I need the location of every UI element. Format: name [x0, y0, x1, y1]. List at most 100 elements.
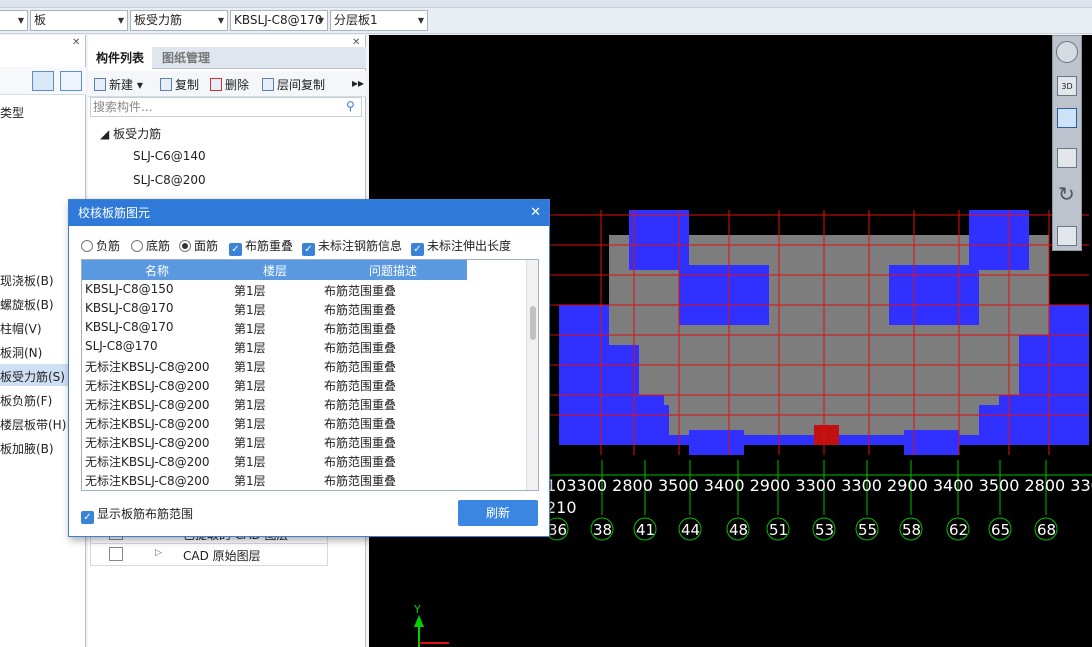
close-icon[interactable]: ✕: [72, 37, 80, 48]
table-row[interactable]: 无标注KBSLJ-C8@200 第1层 布筋范围重叠: [82, 470, 527, 489]
radio-top[interactable]: 面筋: [179, 237, 218, 254]
combo-floor[interactable]: ▼: [0, 10, 28, 31]
checkbox-unmarked-length[interactable]: ✓ 未标注伸出长度: [411, 237, 511, 256]
checkbox-unmarked-info[interactable]: ✓ 未标注钢筋信息: [302, 237, 402, 256]
delete-button[interactable]: 删除: [210, 76, 249, 93]
layer-checkbox[interactable]: [109, 547, 123, 561]
dim-value: 3400: [932, 476, 974, 495]
nav-item-slab-strip[interactable]: 楼层板带(H): [0, 416, 66, 433]
chevron-down-icon: ▼: [117, 16, 124, 25]
rotate-icon[interactable]: ↻: [1058, 182, 1075, 206]
issues-table[interactable]: 名称 楼层 问题描述 KBSLJ-C8@150 第1层 布筋范围重叠 KBSLJ-C8…: [81, 259, 539, 491]
axis-label: 58: [902, 521, 922, 539]
radio-negative[interactable]: 负筋: [81, 237, 120, 254]
checkbox-show-range[interactable]: ✓ 显示板筋布筋范围: [81, 505, 193, 524]
dialog-title: 校核板筋图元: [69, 200, 549, 226]
table-row[interactable]: KBSLJ-C8@150 第1层 布筋范围重叠: [82, 280, 527, 299]
nav-item-negative-rebar[interactable]: 板负筋(F): [0, 392, 52, 409]
radio-bottom[interactable]: 底筋: [131, 237, 170, 254]
scrollbar[interactable]: [526, 260, 538, 490]
dim-value: 2800: [1024, 476, 1066, 495]
floor-copy-button[interactable]: 层间复制: [262, 76, 325, 93]
cell-floor: 第1层: [234, 322, 266, 336]
col-name: 名称: [145, 264, 170, 278]
tree-item[interactable]: SLJ-C8@200: [133, 173, 206, 187]
nav-item-slab-haunch[interactable]: 板加腋(B): [0, 440, 54, 457]
table-row[interactable]: 无标注KBSLJ-C8@200 第1层 布筋范围重叠: [82, 451, 527, 470]
nav-item-slab-hole[interactable]: 板洞(N): [0, 344, 42, 361]
nav-item-spiral-slab[interactable]: 螺旋板(B): [0, 296, 54, 313]
axis-label: 48: [729, 521, 749, 539]
new-button[interactable]: 新建 ▾: [94, 76, 143, 93]
radio-icon: [131, 240, 143, 252]
cell-issue: 布筋范围重叠: [324, 303, 397, 317]
search-icon[interactable]: ⚲: [346, 99, 355, 113]
scrollbar-thumb[interactable]: [530, 306, 536, 340]
more-icon[interactable]: ▸▸: [352, 76, 364, 90]
cell-name: 无标注KBSLJ-C8@200: [85, 417, 210, 431]
axis-label: 41: [636, 521, 656, 539]
combo-layer-value: 分层板1: [334, 13, 378, 27]
component-toolbar: 新建 ▾ 复制 删除 层间复制 ▸▸: [88, 71, 366, 97]
cell-floor: 第1层: [234, 341, 266, 355]
layer-name: CAD 原始图层: [183, 549, 261, 563]
delete-icon: [210, 78, 222, 91]
search-input[interactable]: 搜索构件...: [90, 97, 362, 117]
combo-layer[interactable]: 分层板1 ▼: [330, 10, 428, 31]
combo-component-value: KBSLJ-C8@170: [234, 13, 323, 27]
cell-name: 无标注KBSLJ-C8@200: [85, 436, 210, 450]
axis-label: 53: [815, 521, 835, 539]
axis-label: 68: [1037, 521, 1057, 539]
table-row[interactable]: 无标注KBSLJ-C8@200 第1层 布筋范围重叠: [82, 375, 527, 394]
dimension-text-row: 103300 2800 3500 3400 2900 3300 3300 290…: [546, 476, 1092, 495]
col-issue: 问题描述: [369, 264, 418, 278]
view-navigation-bar: 3D ↻: [1052, 35, 1082, 251]
dim-sub: 210: [546, 498, 577, 517]
table-row[interactable]: 无标注KBSLJ-C8@200 第1层 布筋范围重叠: [82, 413, 527, 432]
nav-item-column-cap[interactable]: 柱帽(V): [0, 320, 42, 337]
tree-expand-icon[interactable]: ◢: [100, 127, 109, 141]
tree-item[interactable]: SLJ-C6@140: [133, 149, 206, 163]
tab-component-list[interactable]: 构件列表: [88, 47, 153, 69]
refresh-button[interactable]: 刷新: [458, 500, 538, 526]
orbit-icon[interactable]: [1056, 41, 1078, 63]
table-row[interactable]: SLJ-C8@170 第1层 布筋范围重叠: [82, 337, 527, 356]
combo-type[interactable]: 板受力筋 ▼: [130, 10, 228, 31]
top-toolbar: ▼ 板 ▼ 板受力筋 ▼ KBSLJ-C8@170 ▼ 分层板1 ▼: [0, 0, 1092, 34]
nav-item-cast-slab[interactable]: 现浇板(B): [0, 272, 54, 289]
cell-name: 无标注KBSLJ-C8@200: [85, 379, 210, 393]
layer-row[interactable]: ▷ CAD 原始图层: [90, 544, 328, 566]
tab-drawing-management[interactable]: 图纸管理: [154, 47, 218, 69]
cube-iso-icon[interactable]: [1057, 148, 1077, 168]
cell-floor: 第1层: [234, 436, 266, 450]
table-row[interactable]: 无标注KBSLJ-C8@200 第1层 布筋范围重叠: [82, 394, 527, 413]
close-icon[interactable]: ✕: [530, 200, 541, 226]
axis-label: 51: [769, 521, 789, 539]
cube-top-icon[interactable]: [1057, 108, 1077, 128]
axis-label: 55: [858, 521, 878, 539]
cell-issue: 布筋范围重叠: [324, 455, 397, 469]
axis-label: 62: [949, 521, 969, 539]
dim-value: 3300: [1070, 476, 1092, 495]
tree-root[interactable]: ◢ 板受力筋: [100, 125, 161, 142]
check-slab-rebar-dialog: 校核板筋图元 ✕ 负筋 底筋 面筋 ✓ 布筋重叠 ✓ 未标注钢筋信息 ✓ 未标注伸出长…: [68, 199, 550, 537]
expand-icon[interactable]: ▷: [155, 548, 162, 558]
combo-category[interactable]: 板 ▼: [30, 10, 128, 31]
cell-issue: 布筋范围重叠: [324, 417, 397, 431]
cell-floor: 第1层: [234, 303, 266, 317]
cell-floor: 第1层: [234, 284, 266, 298]
checkbox-overlap[interactable]: ✓ 布筋重叠: [229, 237, 293, 256]
cell-issue: 布筋范围重叠: [324, 341, 397, 355]
tree-view-icon[interactable]: [60, 71, 82, 91]
table-row[interactable]: KBSLJ-C8@170 第1层 布筋范围重叠: [82, 318, 527, 337]
table-row[interactable]: KBSLJ-C8@170 第1层 布筋范围重叠: [82, 299, 527, 318]
list-view-icon[interactable]: [32, 71, 54, 91]
table-row[interactable]: 无标注KBSLJ-C8@200 第1层 布筋范围重叠: [82, 432, 527, 451]
layers-icon[interactable]: [1057, 226, 1077, 246]
copy-button[interactable]: 复制: [160, 76, 199, 93]
table-row[interactable]: 无标注KBSLJ-C8@200 第1层 布筋范围重叠: [82, 356, 527, 375]
chevron-down-icon: ▼: [217, 16, 224, 25]
combo-component[interactable]: KBSLJ-C8@170 ▼: [230, 10, 328, 31]
dim-value: 2800: [612, 476, 653, 495]
view-3d-icon[interactable]: 3D: [1057, 76, 1077, 96]
